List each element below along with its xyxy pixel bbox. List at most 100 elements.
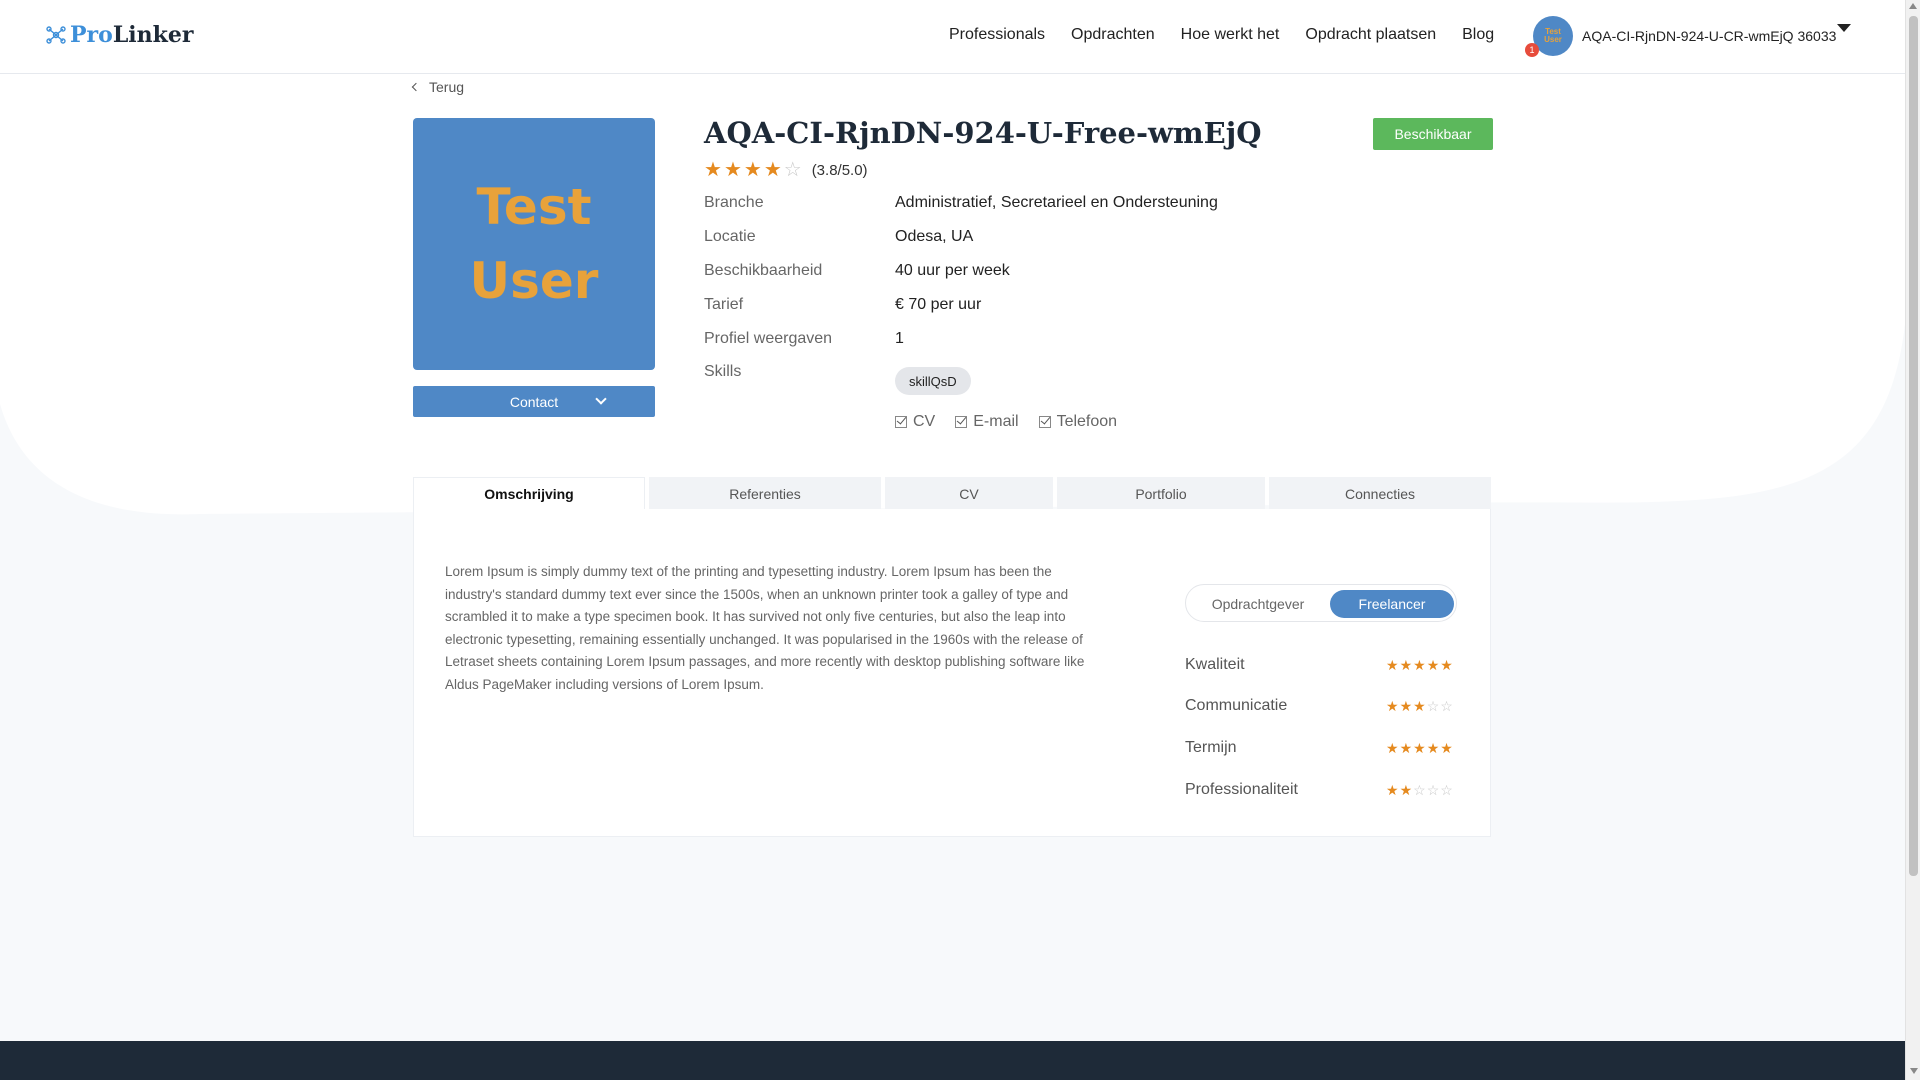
nav-hoe-werkt-het[interactable]: Hoe werkt het [1181,26,1280,44]
user-name[interactable]: AQA-CI-RjnDN-924-U-CR-wmEjQ 36033 [1582,28,1836,44]
rating-star-icon: ★ [743,159,762,181]
criterion-star-icon: ★ [1399,782,1413,798]
logo-network-icon [46,26,66,44]
checkbox-icon [955,416,968,428]
doc-cv-label: CV [913,413,936,430]
criterion-star-icon: ★ [1440,657,1453,673]
criterion-star-icon: ☆ [1440,782,1453,798]
criterion-star-icon: ★ [1426,657,1440,673]
info-label-branche: Branche [704,194,764,211]
rating-star-icon: ★ [763,159,782,181]
scrollbar-thumb[interactable] [1909,16,1918,876]
criterion-label-termijn: Termijn [1185,739,1237,756]
tab-connecties[interactable]: Connecties [1269,477,1491,510]
contact-label: Contact [509,393,559,410]
tab-panel-omschrijving: Lorem Ipsum is simply dummy text of the … [413,509,1491,837]
tab-omschrijving[interactable]: Omschrijving [413,477,645,510]
info-label-profiel-weergaven: Profiel weergaven [704,330,833,347]
criterion-star-icon: ★ [1386,657,1399,673]
criterion-star-icon: ★ [1413,657,1426,673]
criterion-label-professionaliteit: Professionaliteit [1185,781,1298,798]
notification-badge[interactable]: 1 [1525,43,1539,57]
info-label-skills: Skills [704,363,742,380]
criterion-star-icon: ★ [1426,740,1440,756]
doc-email: E-mail [955,413,1019,431]
info-label-tarief: Tarief [704,296,744,313]
criterion-stars-professionaliteit: ★ ★ ☆ ☆ ☆ [1386,783,1453,797]
tab-cv[interactable]: CV [885,477,1053,510]
criterion-label-kwaliteit: Kwaliteit [1185,656,1245,673]
top-header: ProLinker Professionals Opdrachten Hoe w… [0,0,1905,74]
info-value-profiel-weergaven: 1 [895,330,904,347]
criterion-star-icon: ☆ [1413,782,1426,798]
criterion-stars-kwaliteit: ★ ★ ★ ★ ★ [1386,658,1453,672]
criterion-star-icon: ★ [1440,740,1453,756]
scroll-down-arrow-icon[interactable] [1910,1068,1918,1074]
profile-description: Lorem Ipsum is simply dummy text of the … [445,564,1085,692]
criterion-star-icon: ★ [1386,740,1399,756]
criterion-label-communicatie: Communicatie [1185,697,1288,714]
profile-rating: ★ ★ ★ ★ ☆ (3.8/5.0) [704,160,868,180]
contact-button[interactable]: Contact [413,386,655,417]
info-label-beschikbaarheid: Beschikbaarheid [704,262,823,279]
profile-image-text-line1: Test [476,178,592,236]
chevron-down-icon [595,393,607,405]
nav-blog[interactable]: Blog [1462,26,1494,44]
criterion-stars-communicatie: ★ ★ ★ ☆ ☆ [1386,699,1453,713]
info-value-branche: Administratief, Secretarieel en Onderste… [895,194,1218,211]
scroll-up-arrow-icon[interactable] [1909,3,1917,9]
main-nav: Professionals Opdrachten Hoe werkt het O… [949,26,1494,44]
logo-linker-text: Linker [112,22,194,48]
user-menu-caret-icon[interactable] [1837,24,1851,32]
toggle-opdrachtgever[interactable]: Opdrachtgever [1192,590,1324,618]
info-value-tarief: € 70 per uur [895,296,982,313]
criterion-star-icon: ☆ [1426,698,1440,714]
doc-telefoon-label: Telefoon [1056,413,1118,430]
prolinker-logo[interactable]: ProLinker [46,22,193,48]
criterion-star-icon: ☆ [1440,698,1453,714]
checkbox-icon [1038,416,1051,428]
availability-status-badge: Beschikbaar [1373,118,1493,150]
rating-star-icon: ★ [704,159,722,181]
user-avatar[interactable]: Test User [1533,16,1573,56]
rating-star-icon: ★ [723,159,742,181]
toggle-freelancer[interactable]: Freelancer [1330,590,1454,618]
profile-image: Test User [413,118,655,370]
doc-cv: CV [895,413,935,431]
rating-star-icon: ☆ [783,159,802,181]
profile-name: AQA-CI-RjnDN-924-U-Free-wmEjQ [704,116,1262,150]
info-label-locatie: Locatie [704,228,756,245]
profile-image-text-line2: User [469,252,599,310]
criterion-star-icon: ★ [1399,740,1413,756]
profile-tabs: Omschrijving Referenties CV Portfolio Co… [413,477,1491,510]
nav-professionals[interactable]: Professionals [949,26,1045,44]
checkbox-icon [895,416,907,428]
page-footer [0,1041,1905,1080]
criterion-star-icon: ★ [1413,740,1426,756]
criterion-star-icon: ★ [1399,657,1413,673]
criterion-star-icon: ☆ [1426,782,1440,798]
nav-opdrachten[interactable]: Opdrachten [1071,26,1155,44]
back-label: Terug [429,79,465,95]
info-value-locatie: Odesa, UA [895,228,974,245]
avatar-text-line2: User [1544,35,1562,44]
doc-email-label: E-mail [973,413,1019,430]
criterion-stars-termijn: ★ ★ ★ ★ ★ [1386,741,1453,755]
rating-text: (3.8/5.0) [811,161,868,179]
tab-portfolio[interactable]: Portfolio [1057,477,1265,510]
vertical-scrollbar[interactable] [1905,0,1920,1080]
nav-opdracht-plaatsen[interactable]: Opdracht plaatsen [1305,26,1436,44]
chevron-left-icon [411,82,421,92]
logo-pro-text: Pro [70,22,113,48]
tab-referenties[interactable]: Referenties [649,477,881,510]
role-toggle[interactable]: Opdrachtgever Freelancer [1185,584,1457,622]
verified-documents: CV E-mail Telefoon [895,413,1117,431]
info-value-beschikbaarheid: 40 uur per week [895,262,1010,279]
doc-telefoon: Telefoon [1038,413,1118,431]
rating-stars: ★ ★ ★ ★ ☆ [704,160,802,180]
back-link[interactable]: Terug [411,79,465,95]
criterion-star-icon: ★ [1386,782,1399,798]
criterion-star-icon: ★ [1386,698,1399,714]
criterion-star-icon: ★ [1413,698,1426,714]
criterion-star-icon: ★ [1399,698,1413,714]
